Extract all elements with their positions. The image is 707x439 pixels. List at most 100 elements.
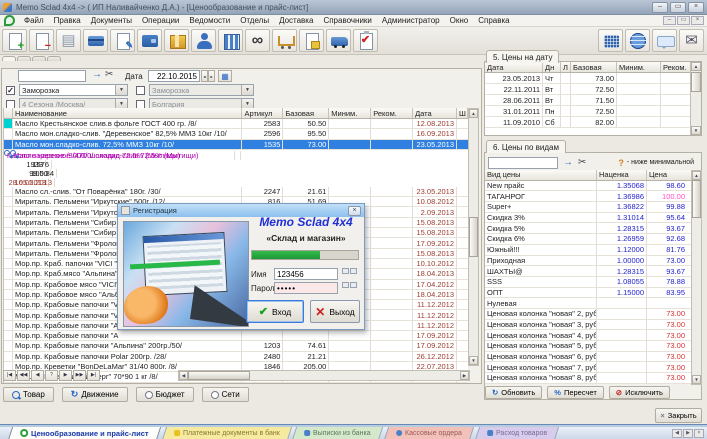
keyboard-icon[interactable] [598, 29, 623, 52]
filter-select[interactable]: Заморозка ▼ [149, 84, 254, 96]
col-rec[interactable]: Реком. [661, 62, 689, 72]
filter-checkbox[interactable]: ✓ [6, 86, 15, 95]
password-field[interactable] [274, 282, 338, 294]
col-min-price[interactable]: Миним. [329, 108, 371, 118]
truck-icon[interactable] [326, 29, 351, 52]
price-type-row[interactable]: SSS 1.08055 78.88 [485, 277, 697, 288]
table-row[interactable]: Мор.пр. Крабовые папочки Polar 200гр. /2… [4, 352, 468, 362]
menu-item[interactable]: Операции [137, 16, 184, 25]
products-scrollbar[interactable]: ▲ ▼ [468, 108, 479, 366]
price-type-row[interactable]: Ценовая колонка "новая" 3, руб 73.00 [485, 320, 697, 331]
chat-icon[interactable] [652, 29, 677, 52]
movement-button[interactable]: ↻ Движение [62, 387, 128, 402]
price-type-row[interactable]: Скидка 5% 1.28315 93.67 [485, 223, 697, 234]
col-base-price[interactable]: Базовая [283, 108, 329, 118]
col-l[interactable]: Л [561, 62, 571, 72]
close-panel-button[interactable]: × Закрыть [655, 408, 702, 423]
price-type-row[interactable]: Ценовая колонка "новая" 2, руб 73.00 [485, 309, 697, 320]
filter-select[interactable]: Заморозка ▼ [19, 84, 128, 96]
Вт[interactable]: 28.06.2011 Вт 71.50 [485, 95, 701, 106]
chevron-down-icon[interactable]: ▼ [115, 85, 127, 95]
tabs-scroll-left-icon[interactable]: ◀ [672, 429, 682, 438]
col-recommended[interactable]: Реком. [371, 108, 413, 118]
menu-item[interactable]: Администратор [377, 16, 445, 25]
mdi-tab-bank-statements[interactable]: Выписки из банка [292, 427, 383, 439]
menu-item[interactable]: Справка [473, 16, 514, 25]
package-icon[interactable] [164, 29, 189, 52]
table-row[interactable]: Масло Крестьянское слив.в фольге ГОСТ 40… [4, 119, 468, 129]
scroll-up-icon[interactable]: ▲ [691, 62, 701, 71]
tabs-close-icon[interactable]: × [694, 429, 704, 438]
mail-icon[interactable]: ✉ [679, 29, 704, 52]
table-row[interactable]: Масло мон.сладко-слив. 72,5% ММЗ 10кг /1… [4, 140, 468, 150]
table-row[interactable]: Мор.пр. Крабовые папочки "Альпина" 200гр… [4, 341, 468, 351]
price-type-row[interactable]: Скидка 3% 1.31014 95.64 [485, 213, 697, 224]
search-go-icon[interactable]: → [92, 70, 102, 80]
price-type-search-input[interactable] [488, 157, 558, 169]
col-name[interactable]: Наименование [13, 108, 242, 118]
hscrollbar-thumb[interactable] [188, 371, 250, 380]
scroll-right-icon[interactable]: ▶ [460, 371, 469, 380]
price-type-row[interactable]: Super+ 1.36822 99.88 [485, 202, 697, 213]
col-price[interactable]: Цена [647, 170, 687, 180]
product-search-input[interactable] [18, 70, 86, 82]
mdi-minimize-button[interactable]: – [663, 16, 676, 25]
price-type-row[interactable]: Скидка 6% 1.26959 92.68 [485, 234, 697, 245]
mdi-tab-cash-orders[interactable]: Кассовые ордера [384, 427, 474, 439]
nets-radio-button[interactable]: Сети [202, 387, 249, 402]
table-row[interactable]: Масло нарезное /4700/ сладко-слив.72.5% … [10, 150, 16, 156]
col-date[interactable]: Дата [413, 108, 457, 118]
table-row[interactable]: Масло мон.сладко-слив. "Деревенское" 82,… [4, 129, 468, 139]
menu-item[interactable]: Окно [445, 16, 474, 25]
refresh-button[interactable]: ↻ Обновить [485, 386, 542, 399]
price-type-row[interactable]: Ценовая колонка "новая" 8, руб 73.00 [485, 373, 697, 384]
navigator-button[interactable]: ▶| [87, 370, 100, 381]
person-icon[interactable] [191, 29, 216, 52]
scroll-up-icon[interactable]: ▲ [692, 171, 701, 180]
scroll-up-icon[interactable]: ▲ [469, 109, 478, 118]
menu-item[interactable]: Отделы [235, 16, 274, 25]
cart-icon[interactable] [272, 29, 297, 52]
globe-icon[interactable] [625, 29, 650, 52]
date-input[interactable] [148, 70, 200, 82]
navigator-button[interactable]: ◀◀ [17, 370, 30, 381]
payment-card-icon[interactable] [83, 29, 108, 52]
mdi-tab-payment-docs[interactable]: Платежные документы в банк [161, 427, 291, 439]
clipboard-check-icon[interactable]: ✔ [353, 29, 378, 52]
price-type-row[interactable]: Ценовая колонка "новая" 5, руб 73.00 [485, 341, 697, 352]
filter-combo[interactable]: Заморозка ▼ [136, 84, 254, 96]
navigator-button[interactable]: ▶▶ [73, 370, 86, 381]
col-day[interactable]: Дн [543, 62, 561, 72]
menu-item[interactable]: Документы [86, 16, 137, 25]
scroll-left-icon[interactable]: ◀ [179, 371, 188, 380]
col-date[interactable]: Дата [485, 62, 543, 72]
wallet-icon[interactable] [137, 29, 162, 52]
navigator-button[interactable]: |◀ [3, 370, 16, 381]
table-row[interactable]: Мор.пр. Крабовые папочки "А 17.09.2012 [4, 331, 468, 341]
navigator-button[interactable]: ? [45, 370, 58, 381]
mdi-tab-pricing[interactable]: Ценообразование и прайс-лист [8, 427, 161, 439]
delete-document-icon[interactable]: − [29, 29, 54, 52]
close-button[interactable]: × [688, 2, 704, 13]
new-document-icon[interactable]: + [2, 29, 27, 52]
menu-item[interactable]: Правка [49, 16, 86, 25]
price-type-row[interactable]: ТАГАНРОГ 1.36986 100.00 [485, 191, 697, 202]
edit-document-icon[interactable]: ✎ [110, 29, 135, 52]
tab-prices-by-type[interactable]: 6. Цены по видам [486, 140, 566, 153]
keyboard-layout-buttons[interactable] [342, 268, 358, 294]
menu-item[interactable]: Файл [19, 16, 49, 25]
scroll-down-icon[interactable]: ▼ [469, 356, 478, 365]
col-articul[interactable]: Артикул [242, 108, 283, 118]
scrollbar-thumb[interactable] [469, 217, 478, 257]
mdi-restore-button[interactable]: ▭ [677, 16, 690, 25]
login-button[interactable]: ✔ Вход [246, 300, 304, 323]
price-type-row[interactable]: Нулевая [485, 298, 697, 309]
binder-icon[interactable] [218, 29, 243, 52]
exit-button[interactable]: ✕ Выход [310, 300, 360, 323]
clear-search-icon[interactable]: ✂ [578, 158, 586, 168]
col-base[interactable]: Базовая [571, 62, 617, 72]
child-window-icon[interactable] [4, 15, 15, 26]
col-sh[interactable]: Ш [457, 108, 468, 118]
scrollbar-thumb[interactable] [692, 180, 701, 218]
price-type-row[interactable]: Ценовая колонка "новая" 6, руб 73.00 [485, 352, 697, 363]
